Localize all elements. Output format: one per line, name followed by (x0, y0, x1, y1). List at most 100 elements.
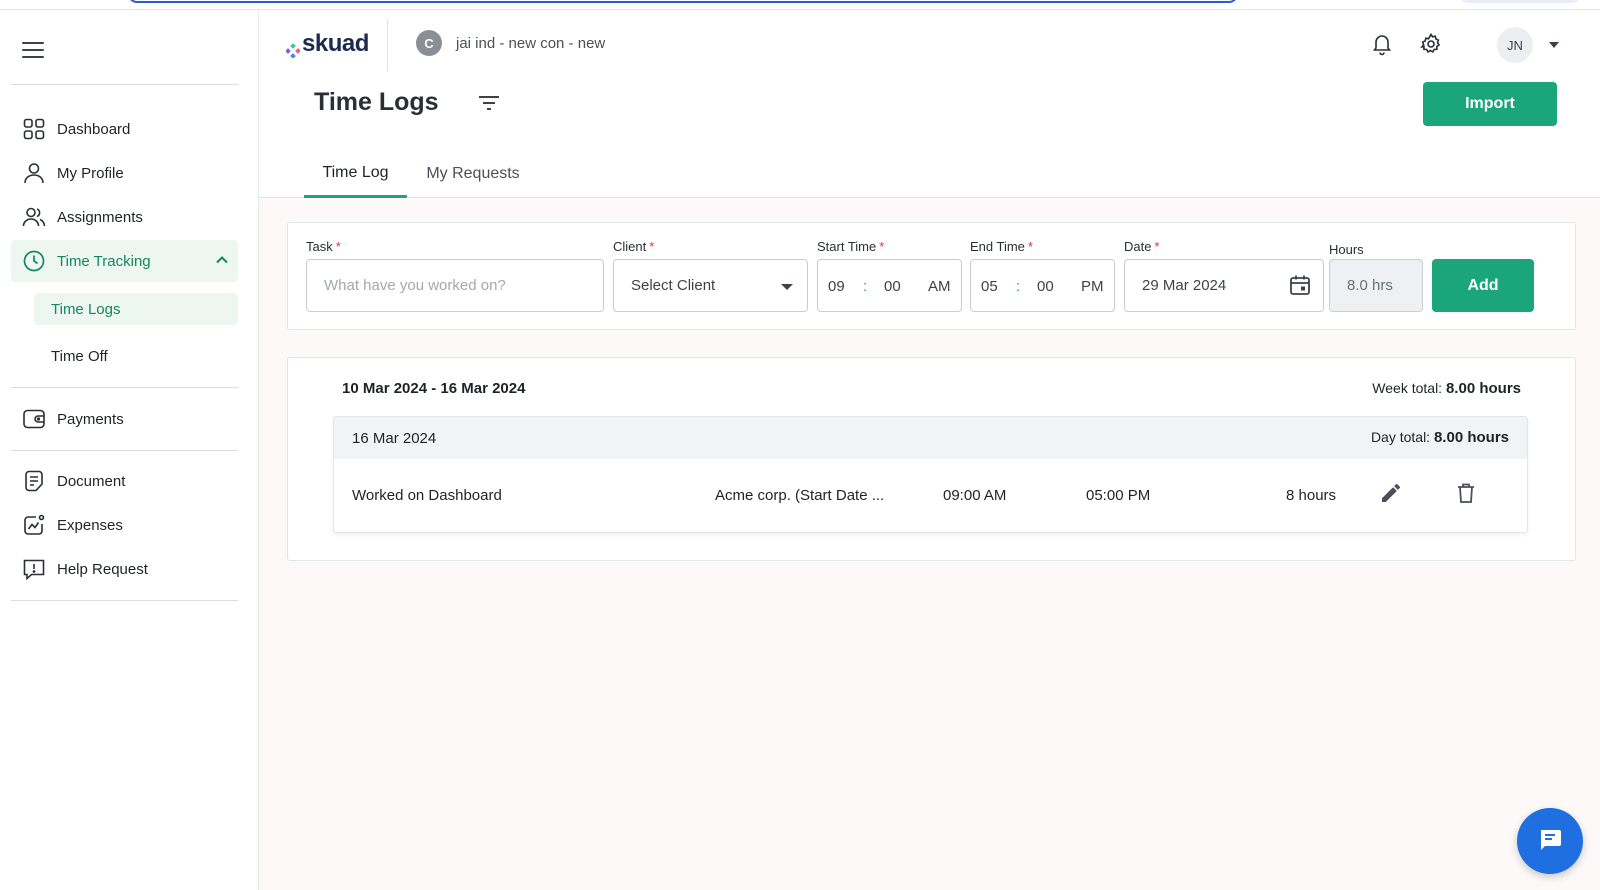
sidebar-subitem-time-logs[interactable]: Time Logs (34, 293, 238, 325)
sidebar-item-time-tracking[interactable]: Time Tracking (11, 240, 238, 282)
hours-display: 8.0 hrs (1329, 259, 1423, 312)
day-group: 16 Mar 2024 Day total: 8.00 hours Worked… (333, 416, 1528, 533)
chevron-down-icon (781, 284, 793, 290)
sidebar-subitem-label: Time Off (51, 347, 108, 365)
chevron-down-icon[interactable] (1549, 42, 1559, 48)
end-minute[interactable]: 00 (1037, 278, 1054, 295)
time-entry-form: Task* Client* Select Client Start Time* … (287, 222, 1576, 330)
sidebar-item-label: Assignments (57, 208, 143, 226)
sidebar-subitem-label: Time Logs (51, 300, 121, 318)
header-divider (387, 19, 388, 71)
client-select[interactable]: Select Client (613, 259, 808, 312)
company-avatar: C (416, 30, 442, 56)
sidebar-item-help-request[interactable]: Help Request (11, 548, 238, 590)
wallet-icon (22, 407, 46, 431)
sidebar-subitem-time-off[interactable]: Time Off (34, 340, 238, 372)
browser-address-bar-edge (128, 0, 1238, 3)
chevron-up-icon[interactable] (214, 252, 230, 272)
sidebar-item-expenses[interactable]: Expenses (11, 504, 238, 546)
add-button[interactable]: Add (1432, 259, 1534, 312)
import-button[interactable]: Import (1423, 82, 1557, 126)
date-picker[interactable]: 29 Mar 2024 (1124, 259, 1324, 312)
bell-icon[interactable] (1370, 32, 1394, 56)
entry-hours: 8 hours (1286, 487, 1337, 504)
date-label: Date * (1124, 239, 1160, 254)
entry-client: Acme corp. (Start Date ... (715, 487, 885, 504)
week-summary-card: 10 Mar 2024 - 16 Mar 2024 Week total: 8.… (287, 357, 1576, 561)
browser-pill (1460, 0, 1580, 3)
time-colon: : (863, 278, 868, 295)
browser-top-strip (0, 0, 1600, 10)
skuad-logo[interactable]: skuad (285, 30, 369, 59)
hours-value: 8.0 hrs (1347, 277, 1393, 294)
client-select-value: Select Client (631, 277, 716, 294)
sidebar-item-label: Payments (57, 410, 124, 428)
trash-icon[interactable] (1454, 481, 1478, 505)
page-title: Time Logs (314, 88, 439, 116)
people-icon (22, 205, 46, 229)
document-icon (22, 469, 46, 493)
end-time-label: End Time * (970, 239, 1033, 254)
task-label: Task * (306, 239, 341, 254)
sidebar-divider (11, 387, 238, 388)
start-time-input[interactable]: 09 : 00 AM (817, 259, 962, 312)
week-total: Week total: 8.00 hours (1372, 380, 1521, 397)
sidebar-item-my-profile[interactable]: My Profile (11, 152, 238, 194)
end-hour[interactable]: 05 (981, 278, 998, 295)
user-avatar[interactable]: JN (1497, 27, 1533, 63)
chart-icon (22, 513, 46, 537)
tab-time-log[interactable]: Time Log (304, 150, 407, 198)
client-label: Client * (613, 239, 655, 254)
hamburger-menu-icon[interactable] (22, 42, 44, 58)
clock-icon (22, 249, 46, 273)
sidebar-item-label: Time Tracking (57, 252, 151, 270)
sidebar-item-label: Expenses (57, 516, 123, 534)
time-colon: : (1016, 278, 1021, 295)
grid-icon (22, 117, 46, 141)
tab-my-requests[interactable]: My Requests (418, 150, 528, 198)
week-range: 10 Mar 2024 - 16 Mar 2024 (342, 380, 526, 397)
calendar-icon[interactable] (1289, 274, 1311, 300)
chat-button[interactable] (1517, 808, 1583, 874)
task-input[interactable] (307, 277, 603, 294)
sidebar-item-label: My Profile (57, 164, 124, 182)
gear-icon[interactable] (1419, 32, 1443, 56)
day-total: Day total: 8.00 hours (1370, 429, 1509, 446)
start-ampm[interactable]: AM (928, 278, 951, 295)
start-minute[interactable]: 00 (884, 278, 901, 295)
company-name: jai ind - new con - new (456, 34, 606, 52)
task-input-box (306, 259, 604, 312)
sidebar-item-document[interactable]: Document (11, 460, 238, 502)
help-icon (22, 557, 46, 581)
chat-icon (1537, 826, 1563, 857)
tab-bar: Time Log My Requests (259, 150, 1600, 198)
pencil-icon[interactable] (1379, 481, 1403, 505)
main-content: Task* Client* Select Client Start Time* … (259, 199, 1600, 890)
person-icon (22, 161, 46, 185)
start-time-label: Start Time * (817, 239, 885, 254)
date-value: 29 Mar 2024 (1142, 277, 1227, 294)
sidebar-item-assignments[interactable]: Assignments (11, 196, 238, 238)
sidebar-item-label: Help Request (57, 560, 148, 578)
sidebar-item-payments[interactable]: Payments (11, 398, 238, 440)
filter-icon[interactable] (478, 94, 500, 112)
sidebar-divider (11, 450, 238, 451)
entry-task: Worked on Dashboard (352, 487, 502, 504)
sidebar-divider (11, 84, 238, 85)
sidebar-divider (11, 600, 238, 601)
end-ampm[interactable]: PM (1081, 278, 1104, 295)
end-time-input[interactable]: 05 : 00 PM (970, 259, 1115, 312)
entry-start-time: 09:00 AM (943, 487, 1007, 504)
logo-mark-icon (285, 37, 301, 59)
start-hour[interactable]: 09 (828, 278, 845, 295)
sidebar: Dashboard My Profile Assignments Time Tr… (0, 10, 259, 890)
sidebar-item-label: Dashboard (57, 120, 131, 138)
day-date: 16 Mar 2024 (352, 430, 437, 447)
sidebar-item-label: Document (57, 472, 126, 490)
entry-end-time: 05:00 PM (1086, 487, 1151, 504)
hours-label: Hours (1329, 242, 1364, 257)
company-switcher[interactable]: C jai ind - new con - new (416, 30, 605, 56)
sidebar-item-dashboard[interactable]: Dashboard (11, 108, 238, 150)
day-header: 16 Mar 2024 Day total: 8.00 hours (334, 417, 1527, 459)
top-header: skuad C jai ind - new con - new JN (259, 10, 1600, 80)
